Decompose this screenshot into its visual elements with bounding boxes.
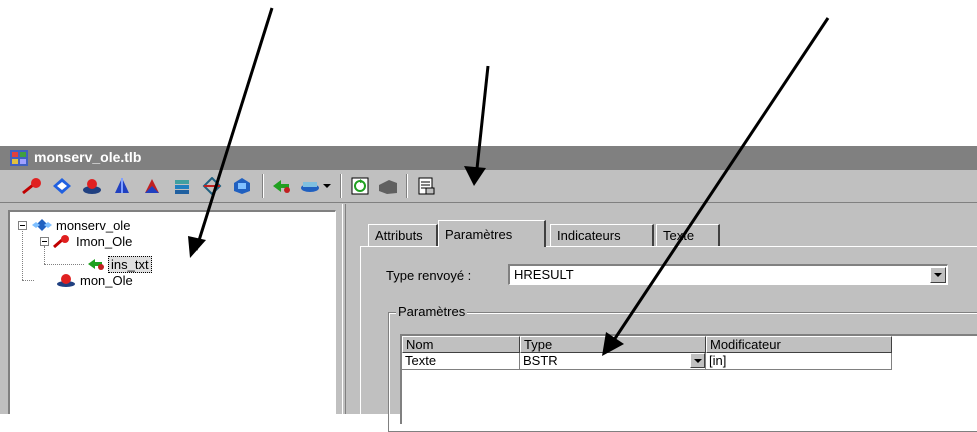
arrowhead <box>602 332 624 356</box>
tab-label: Paramètres <box>445 226 513 242</box>
arrow-to-method <box>194 7 274 251</box>
tab-parametres[interactable]: Paramètres <box>438 220 546 247</box>
arrow-to-refresh <box>474 65 490 179</box>
annotation-arrows <box>188 7 830 356</box>
arrow-to-type <box>608 17 830 347</box>
arrowhead <box>464 166 486 186</box>
arrowhead <box>188 236 206 258</box>
